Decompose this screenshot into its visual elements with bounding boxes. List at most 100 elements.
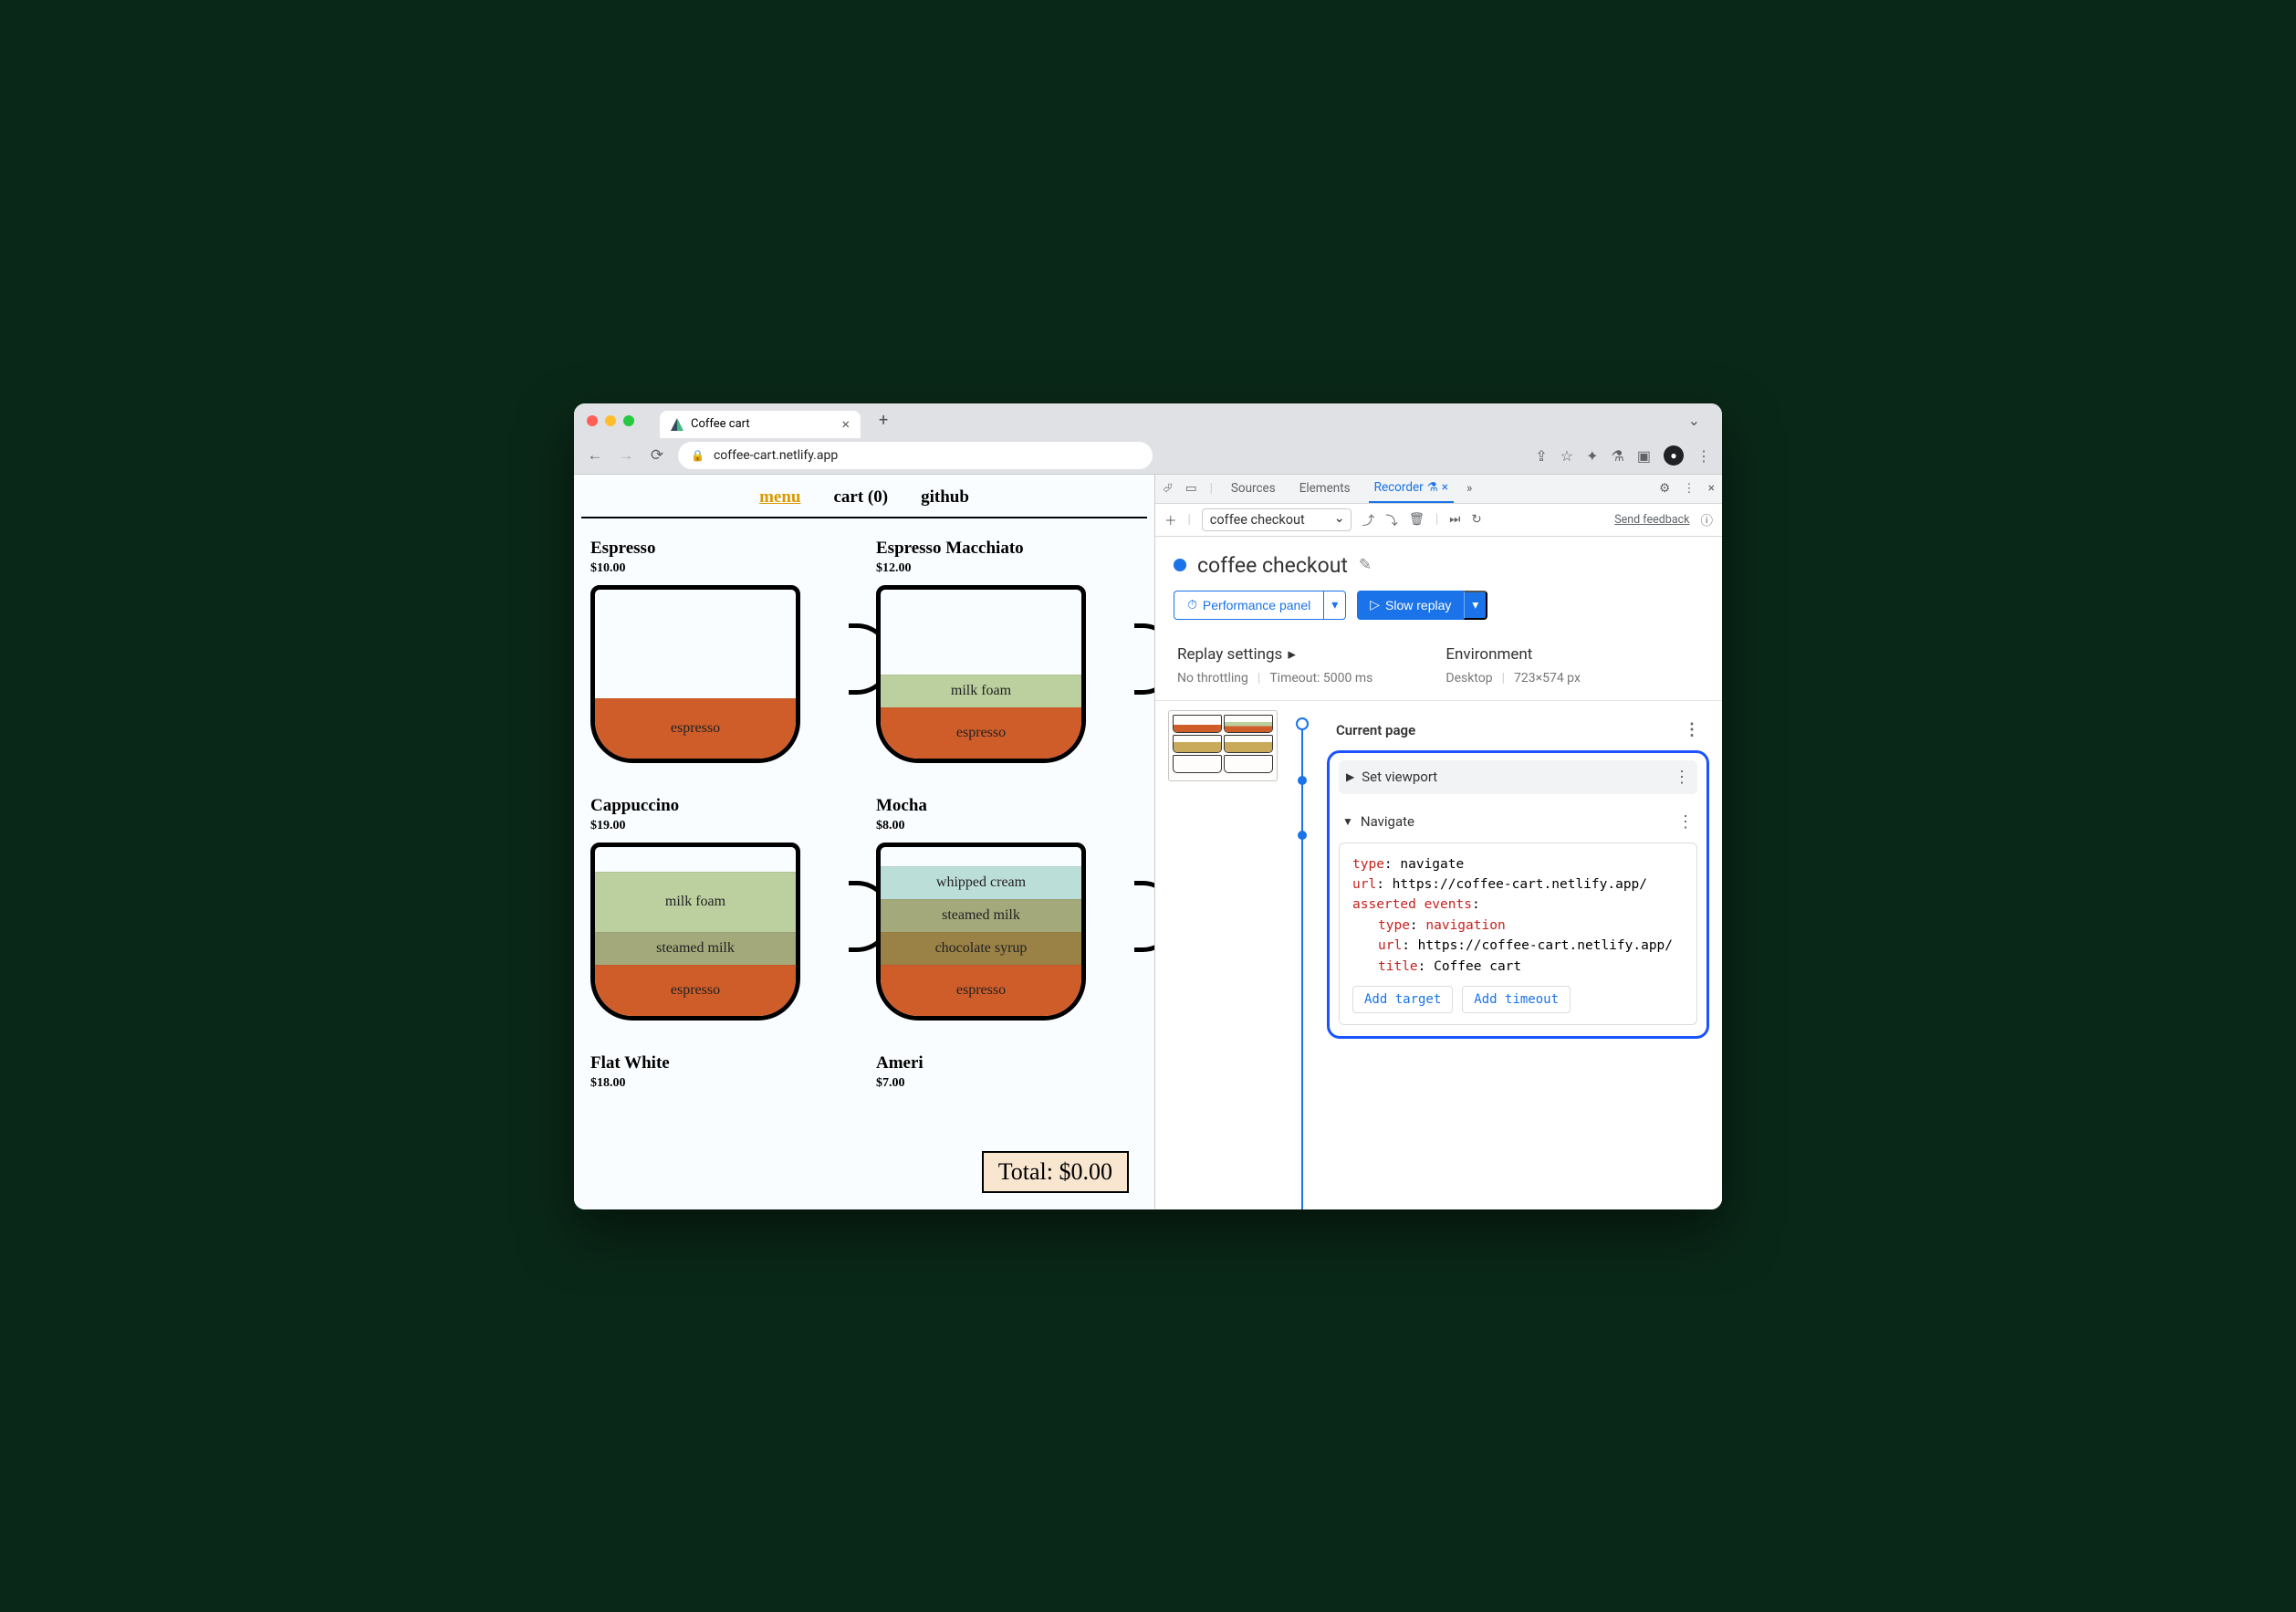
new-tab-button[interactable]: + (868, 411, 899, 430)
product-card[interactable]: Espresso$10.00espresso (590, 539, 852, 772)
devtools-tabbar: ⮰ ▭ | Sources Elements Recorder ⚗ × » ⚙ … (1155, 475, 1722, 504)
delete-icon[interactable]: 🗑 (1409, 512, 1425, 527)
reload-button[interactable]: ⟳ (647, 446, 667, 465)
product-title: Ameri (876, 1053, 1138, 1073)
new-recording-icon[interactable]: ＋ (1164, 510, 1177, 529)
product-title: Espresso (590, 539, 852, 559)
timeline: Current page ⋮ ▶ Set viewport ⋮ (1155, 701, 1722, 1209)
product-price: $19.00 (590, 819, 852, 833)
devtools: ⮰ ▭ | Sources Elements Recorder ⚗ × » ⚙ … (1154, 475, 1722, 1209)
recording-meta: Replay settings ▸ No throttling | Timeou… (1155, 633, 1722, 701)
current-page-row: Current page ⋮ (1327, 710, 1709, 750)
chevron-right-icon: ▸ (1288, 645, 1296, 664)
record-indicator-icon (1174, 559, 1186, 571)
url-text: coffee-cart.netlify.app (714, 448, 838, 463)
edit-name-icon[interactable]: ✎ (1359, 556, 1372, 574)
total-box[interactable]: Total: $0.00 (982, 1151, 1129, 1193)
extensions-icon[interactable]: ✦ (1586, 447, 1598, 465)
site-viewport: menu cart (0) github Espresso$10.00espre… (574, 475, 1154, 1209)
device-icon[interactable]: ▭ (1185, 481, 1197, 496)
total-label: Total: $0.00 (998, 1158, 1112, 1185)
nav-menu[interactable]: menu (759, 487, 800, 508)
chevron-down-icon: ▼ (1342, 815, 1353, 828)
close-tab-icon[interactable]: × (1442, 480, 1448, 495)
forward-button[interactable]: → (616, 446, 636, 465)
traffic-lights (587, 415, 634, 426)
product-title: Flat White (590, 1053, 852, 1073)
nav-cart[interactable]: cart (0) (833, 487, 888, 508)
browser-window: Coffee cart × + ⌄ ← → ⟳ 🔒 coffee-cart.ne… (574, 403, 1722, 1209)
kebab-icon[interactable]: ⋮ (1677, 812, 1694, 832)
ingredient-layer: espresso (881, 707, 1081, 759)
viewport-value: 723×574 px (1514, 671, 1581, 686)
more-icon[interactable]: ⋮ (1696, 447, 1711, 465)
add-target-button[interactable]: Add target (1352, 986, 1453, 1013)
cup-icon: espresso (590, 585, 800, 763)
gear-icon[interactable]: ⚙ (1659, 481, 1670, 496)
help-icon[interactable]: ⓘ (1701, 510, 1714, 529)
recording-select[interactable]: coffee checkout (1202, 508, 1352, 531)
maximize-dot[interactable] (623, 415, 634, 426)
products-grid: Espresso$10.00espressoEspresso Macchiato… (574, 518, 1154, 1091)
product-card[interactable]: Cappuccino$19.00milk foamsteamed milkesp… (590, 796, 852, 1030)
timeout-value: Timeout: 5000 ms (1269, 671, 1372, 686)
product-card[interactable]: Ameri$7.00 (876, 1053, 1138, 1091)
step-set-viewport[interactable]: ▶ Set viewport ⋮ (1339, 760, 1697, 794)
cup-handle (1134, 623, 1154, 695)
url-field[interactable]: 🔒 coffee-cart.netlify.app (678, 442, 1153, 469)
export-icon[interactable]: ⤴ (1362, 510, 1375, 529)
product-title: Cappuccino (590, 796, 852, 816)
close-dot[interactable] (587, 415, 598, 426)
overflow-icon[interactable]: » (1466, 481, 1472, 496)
recording-header: coffee checkout ✎ (1155, 537, 1722, 591)
add-timeout-button[interactable]: Add timeout (1462, 986, 1571, 1013)
product-card[interactable]: Flat White$18.00 (590, 1053, 852, 1091)
play-icon: ▷ (1370, 597, 1380, 612)
tab-title: Coffee cart (691, 417, 750, 431)
kebab-icon[interactable]: ⋮ (1684, 720, 1700, 739)
step-body: type: navigate url: https://coffee-cart.… (1339, 843, 1697, 1026)
tabs-chevron-icon[interactable]: ⌄ (1679, 412, 1709, 429)
continue-icon[interactable]: ↻ (1471, 512, 1481, 527)
profile-avatar[interactable]: ● (1664, 445, 1684, 466)
close-devtools-icon[interactable]: × (1708, 481, 1715, 496)
slow-replay-dropdown[interactable]: ▾ (1464, 591, 1487, 620)
inspect-icon[interactable]: ⮰ (1163, 481, 1173, 496)
cup-icon: whipped creamsteamed milkchocolate syrup… (876, 843, 1086, 1021)
ingredient-layer: milk foam (595, 872, 796, 932)
product-title: Espresso Macchiato (876, 539, 1138, 559)
ingredient-layer: espresso (881, 965, 1081, 1016)
back-button[interactable]: ← (585, 446, 605, 465)
product-card[interactable]: Mocha$8.00whipped creamsteamed milkchoco… (876, 796, 1138, 1030)
step-icon[interactable]: ⏭ (1449, 512, 1460, 527)
tab-sources[interactable]: Sources (1226, 475, 1281, 503)
send-feedback-link[interactable]: Send feedback (1614, 513, 1689, 527)
kebab-icon[interactable]: ⋮ (1674, 768, 1690, 787)
browser-tab[interactable]: Coffee cart × (660, 411, 861, 438)
performance-panel-dropdown[interactable]: ▾ (1323, 591, 1346, 620)
step-navigate[interactable]: ▼ Navigate ⋮ (1339, 805, 1697, 839)
ingredient-layer: milk foam (881, 675, 1081, 707)
tab-close-icon[interactable]: × (841, 415, 850, 433)
minimize-dot[interactable] (605, 415, 616, 426)
performance-panel-button[interactable]: ⏱ Performance panel (1174, 591, 1323, 620)
kebab-icon[interactable]: ⋮ (1683, 481, 1696, 496)
import-icon[interactable]: ⤵ (1385, 510, 1398, 529)
ingredient-layer: steamed milk (881, 899, 1081, 932)
tab-elements[interactable]: Elements (1294, 475, 1356, 503)
labs-icon[interactable]: ⚗ (1612, 447, 1624, 465)
share-icon[interactable]: ⇪ (1535, 447, 1547, 465)
chevron-right-icon: ▶ (1346, 770, 1354, 783)
step-thumbnail[interactable] (1168, 710, 1278, 781)
product-price: $12.00 (876, 561, 1138, 576)
ingredient-layer: whipped cream (881, 866, 1081, 899)
panel-icon[interactable]: ▣ (1637, 447, 1651, 465)
tab-recorder[interactable]: Recorder ⚗ × (1369, 475, 1454, 503)
recording-buttons: ⏱ Performance panel ▾ ▷ Slow replay ▾ (1155, 591, 1722, 633)
nav-github[interactable]: github (921, 487, 969, 508)
device-value: Desktop (1445, 671, 1492, 686)
product-card[interactable]: Espresso Macchiato $12.00 milk foamespress… (876, 539, 1138, 772)
bookmark-icon[interactable]: ☆ (1560, 447, 1573, 465)
replay-settings-header[interactable]: Replay settings ▸ (1177, 645, 1372, 664)
slow-replay-button[interactable]: ▷ Slow replay (1357, 591, 1464, 620)
